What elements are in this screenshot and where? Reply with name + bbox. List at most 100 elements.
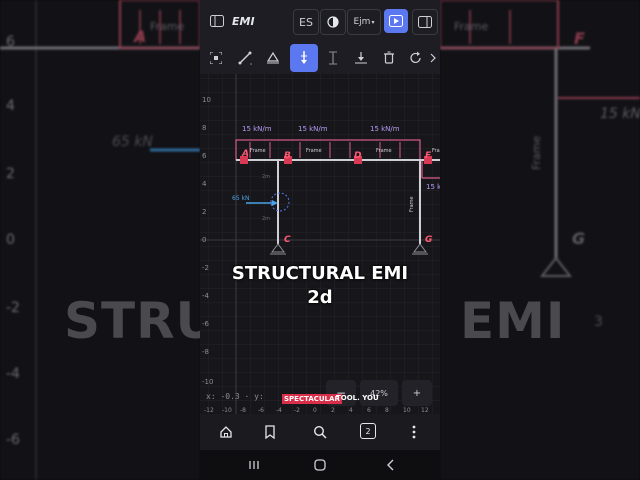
video-overlay-title: STRUCTURAL EMI 2d [200, 262, 440, 310]
delete-button[interactable] [378, 48, 400, 68]
rotate-button[interactable] [406, 48, 426, 68]
app-top-bar: EMI ES Ejm ▾ [200, 0, 440, 42]
system-home-button[interactable] [310, 456, 330, 474]
x-tick: -8 [240, 407, 246, 414]
member-label: Frame [306, 148, 322, 154]
more-vertical-icon [412, 425, 416, 439]
theme-toggle-button[interactable] [320, 9, 346, 35]
x-tick: 4 [349, 407, 353, 414]
overlay-line-2: 2d [307, 287, 333, 308]
bg-tick: -6 [6, 432, 20, 448]
bg-big-text-left: STRU [64, 292, 218, 350]
bookmark-icon [265, 425, 275, 439]
phone-screen: EMI ES Ejm ▾ 10 8 6 4 2 0 -2 -4 -6 -8 -1… [200, 0, 440, 480]
y-tick: 4 [202, 180, 207, 188]
member-label: Frame [409, 196, 415, 212]
node-label: D [354, 151, 362, 161]
x-tick: -4 [276, 407, 282, 414]
x-tick: -10 [222, 407, 232, 414]
more-tools-button[interactable] [426, 48, 440, 68]
y-tick: 0 [202, 236, 206, 244]
structure-canvas[interactable]: 10 8 6 4 2 0 -2 -4 -6 -8 -10 -12 -10 -8 … [200, 74, 440, 414]
search-button[interactable] [310, 422, 330, 442]
bg-member-label: Frame [454, 20, 489, 33]
system-nav-bar [200, 450, 440, 480]
x-tick: 0 [313, 407, 317, 414]
x-tick: 12 [421, 407, 429, 414]
node-label: B [284, 151, 291, 161]
promo-caption: TOOL. YOU [336, 394, 379, 402]
tool-bar [200, 42, 440, 75]
x-tick: 10 [403, 407, 411, 414]
trash-icon [384, 51, 394, 64]
dimension-label: 2m [262, 174, 270, 180]
sidebar-icon [210, 15, 224, 27]
more-menu-button[interactable] [404, 422, 424, 442]
x-tick: -6 [258, 407, 264, 414]
y-tick: 6 [202, 152, 207, 160]
line-tool-icon [238, 51, 252, 65]
canvas-drawing[interactable]: 10 8 6 4 2 0 -2 -4 -6 -8 -10 -12 -10 -8 … [200, 74, 440, 414]
sidebar-toggle-button[interactable] [206, 10, 228, 32]
search-icon [313, 425, 327, 439]
home-button[interactable] [216, 422, 236, 442]
app-logo: EMI [232, 14, 255, 28]
recent-apps-button[interactable] [244, 456, 264, 474]
system-back-button[interactable] [380, 456, 400, 474]
back-icon [387, 459, 394, 471]
member-label: Fra [432, 148, 440, 154]
bg-node-label: A [132, 27, 146, 46]
bg-tick: 0 [6, 232, 15, 248]
panel-icon [418, 16, 432, 28]
zoom-in-button[interactable]: + [402, 380, 432, 406]
bg-support [539, 256, 573, 277]
bg-node-label: G [572, 229, 585, 248]
select-frame-icon [210, 52, 222, 64]
point-load-tool-button[interactable] [290, 44, 318, 72]
node-label: C [284, 235, 291, 245]
bg-node-label: F [574, 29, 585, 48]
panel-toggle-button[interactable] [412, 9, 438, 35]
chevron-down-icon: ▾ [371, 18, 375, 26]
x-tick: -12 [204, 407, 214, 414]
bg-load-label: 15 kN [600, 106, 640, 122]
support-tool-button[interactable] [262, 48, 284, 68]
chevron-right-icon [430, 53, 436, 63]
zoom-level: 42% [360, 380, 398, 406]
line-tool-button[interactable] [234, 48, 256, 68]
y-tick: -6 [202, 320, 210, 328]
bg-member-label: Frame [150, 20, 185, 33]
distributed-load-tool-button[interactable] [350, 48, 372, 68]
point-load-label: 65 kN [232, 195, 250, 202]
bookmark-button[interactable] [260, 422, 280, 442]
x-tick: 6 [367, 407, 371, 414]
select-tool-button[interactable] [206, 48, 226, 68]
bg-member-label: Frame [530, 135, 543, 170]
member-tool-button[interactable] [322, 48, 344, 68]
bg-load-label: 65 kN [112, 134, 153, 150]
language-button[interactable]: ES [293, 9, 319, 35]
background-left-graph: 6 4 2 0 -2 -4 -6 A Frame 65 kN [0, 0, 200, 480]
home-icon [220, 426, 232, 438]
bg-big-text-right: EMI [460, 292, 566, 350]
coordinate-readout: x: -0.3 · y: [206, 392, 264, 401]
run-analysis-button[interactable] [384, 9, 408, 33]
node-label: G [425, 235, 432, 245]
load-label: 15 kN/m [370, 125, 400, 133]
node-label: F [425, 151, 432, 161]
bg-tick: 4 [6, 98, 15, 114]
bg-tick: -4 [6, 366, 20, 382]
point-load-icon [301, 51, 307, 64]
y-tick: 2 [202, 208, 206, 216]
member-label: Frame [250, 148, 266, 154]
x-tick: -2 [294, 407, 300, 414]
browser-bottom-nav: 2 [200, 414, 440, 450]
units-value: Ejm [353, 17, 371, 27]
node-label: A [241, 149, 249, 159]
distributed-load-icon [355, 52, 367, 64]
tabs-button[interactable]: 2 [360, 423, 376, 439]
units-dropdown[interactable]: Ejm ▾ [347, 9, 381, 35]
bg-tick: 2 [6, 166, 15, 182]
y-tick: -8 [202, 348, 209, 356]
dimension-label: 2m [262, 216, 270, 222]
